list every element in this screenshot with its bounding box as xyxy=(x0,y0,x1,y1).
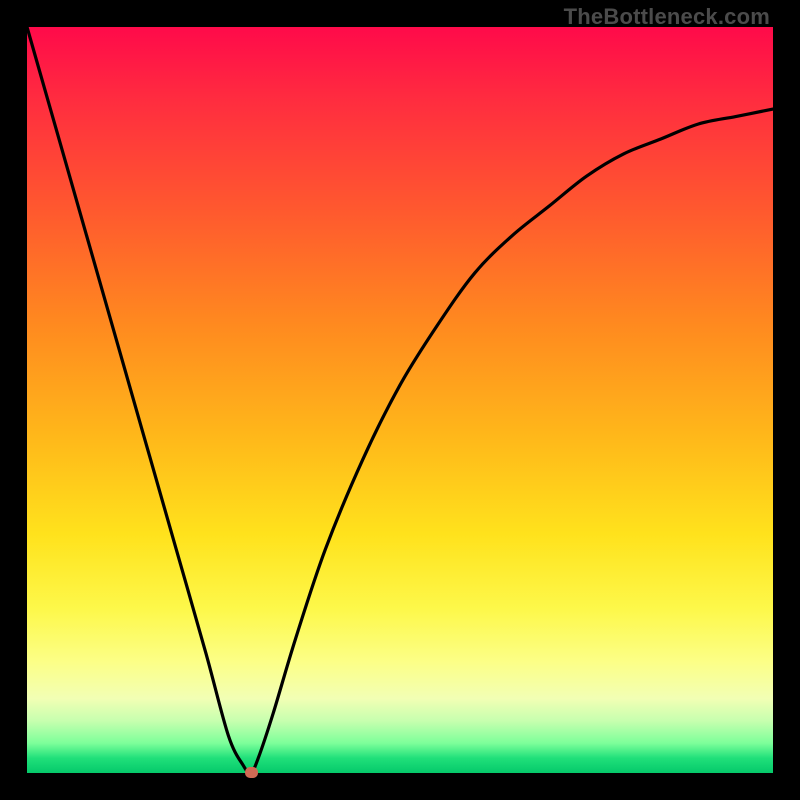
bottleneck-curve xyxy=(27,27,773,773)
minimum-marker xyxy=(245,767,258,778)
plot-area xyxy=(27,27,773,773)
chart-stage: TheBottleneck.com xyxy=(0,0,800,800)
attribution-text: TheBottleneck.com xyxy=(564,4,770,30)
